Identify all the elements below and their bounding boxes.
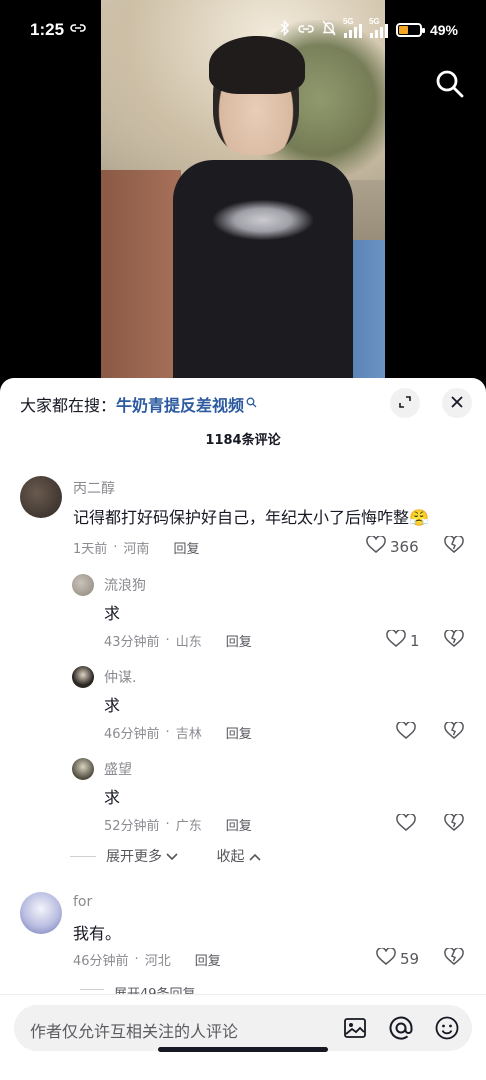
dislike-button[interactable] [444,813,464,836]
replies-controls: 展开更多 收起 [70,846,261,866]
reply-button[interactable]: 回复 [226,631,252,650]
status-time: 1:25 [30,20,65,39]
expand-icon [398,394,412,413]
comment-time: 43分钟前 [104,635,160,650]
comment-count: 1184条评论 [205,433,281,448]
hot-search[interactable]: 大家都在搜： 牛奶青提反差视频 [20,392,257,416]
comment-location: 河南 [123,542,150,557]
link-icon [70,22,86,38]
signal-icon: 5G [343,17,362,38]
like-count: 1 [410,632,420,650]
broken-heart-icon [444,629,464,652]
battery-icon [395,22,425,37]
broken-heart-icon [444,535,464,558]
comment-item: for 我有。 46分钟前 · 河北 回复 59 [0,890,486,974]
broken-heart-icon [444,813,464,836]
reply-item: 盛望 求 52分钟前 · 广东 回复 [0,756,486,838]
comment-meta: 46分钟前 · 河北 回复 [73,950,221,969]
comment-item: 丙二醇 记得都打好码保护好自己，年纪太小了后悔咋整😤 1天前 · 河南 回复 3… [0,474,486,560]
dislike-button[interactable] [444,535,464,558]
comment-text: 求 [104,696,121,715]
image-icon[interactable] [342,1015,368,1041]
avatar[interactable] [20,892,62,934]
comment-location: 吉林 [175,727,202,742]
comment-meta: 52分钟前 · 广东 回复 [104,815,252,834]
home-indicator[interactable] [158,1047,328,1052]
expand-replies-button[interactable]: 展开49条回复 [80,984,196,994]
link-icon [298,22,314,38]
hot-search-keyword[interactable]: 牛奶青提反差视频 [116,392,244,416]
search-icon[interactable] [432,66,468,102]
broken-heart-icon [444,721,464,744]
screen: 1:25 5G 5G 49% 大家都在搜： 牛奶青提反差视频 1184条评论 丙… [0,0,486,1080]
reply-button[interactable]: 回复 [173,538,199,557]
comment-author[interactable]: 流浪狗 [104,575,146,595]
comment-time: 46分钟前 [104,727,160,742]
mention-icon[interactable] [388,1015,414,1041]
reply-button[interactable]: 回复 [226,723,252,742]
comment-input[interactable]: 作者仅允许互相关注的人评论 [14,1005,472,1051]
dislike-button[interactable] [444,947,464,970]
comment-location: 河北 [144,954,171,969]
reply-button[interactable]: 回复 [226,815,252,834]
comment-meta: 46分钟前 · 吉林 回复 [104,723,252,742]
broken-heart-icon [444,947,464,970]
like-count: 59 [400,950,420,968]
comment-input-placeholder: 作者仅允许互相关注的人评论 [30,1022,239,1041]
like-button[interactable] [396,813,420,836]
bluetooth-icon [280,19,290,39]
like-button[interactable] [396,721,420,744]
dislike-button[interactable] [444,629,464,652]
heart-icon [396,813,416,836]
comment-input-bar: 作者仅允许互相关注的人评论 [0,994,486,1080]
comment-author[interactable]: 盛望 [104,759,132,779]
comment-text: 记得都打好码保护好自己，年纪太小了后悔咋整😤 [73,508,429,527]
like-count: 366 [390,538,419,556]
comment-text: 求 [104,788,121,807]
avatar[interactable] [20,476,62,518]
like-button[interactable]: 1 [386,629,420,652]
heart-icon [366,535,386,558]
close-button[interactable] [442,388,472,418]
sheet-header: 大家都在搜： 牛奶青提反差视频 1184条评论 [0,378,486,462]
comment-time: 52分钟前 [104,819,160,834]
chevron-down-icon [166,849,179,865]
close-icon [450,394,464,413]
avatar[interactable] [72,574,94,596]
comment-text: 我有。 [73,924,122,943]
battery-percent: 49% [429,21,458,38]
reply-item: 流浪狗 求 43分钟前 · 山东 回复 1 [0,572,486,654]
avatar[interactable] [72,666,94,688]
avatar[interactable] [72,758,94,780]
like-button[interactable]: 366 [366,535,419,558]
comment-author[interactable]: for [73,894,92,910]
comment-author[interactable]: 丙二醇 [73,478,115,498]
comment-time: 46分钟前 [73,954,129,969]
heart-icon [396,721,416,744]
expand-more-button[interactable]: 展开更多 [106,846,179,866]
heart-icon [386,629,406,652]
like-button[interactable]: 59 [376,947,420,970]
heart-icon [376,947,396,970]
comment-sheet: 大家都在搜： 牛奶青提反差视频 1184条评论 丙二醇 记得都打好码保护好自己，… [0,378,486,1080]
comment-text: 求 [104,604,121,623]
comment-author[interactable]: 仲谋. [104,667,136,687]
emoji-icon[interactable] [434,1015,460,1041]
chevron-up-icon [249,849,261,865]
reply-button[interactable]: 回复 [195,950,221,969]
comment-location: 山东 [175,635,202,650]
comment-location: 广东 [175,819,202,834]
dislike-button[interactable] [444,721,464,744]
expand-button[interactable] [390,388,420,418]
search-icon [246,397,257,411]
mute-icon [322,20,336,39]
reply-item: 仲谋. 求 46分钟前 · 吉林 回复 [0,664,486,746]
status-bar: 1:25 5G 5G 49% [0,0,486,62]
comment-time: 1天前 [73,542,108,557]
signal-icon: 5G [369,17,388,38]
collapse-button[interactable]: 收起 [216,846,261,866]
comment-meta: 1天前 · 河南 回复 [73,538,200,557]
comment-meta: 43分钟前 · 山东 回复 [104,631,252,650]
